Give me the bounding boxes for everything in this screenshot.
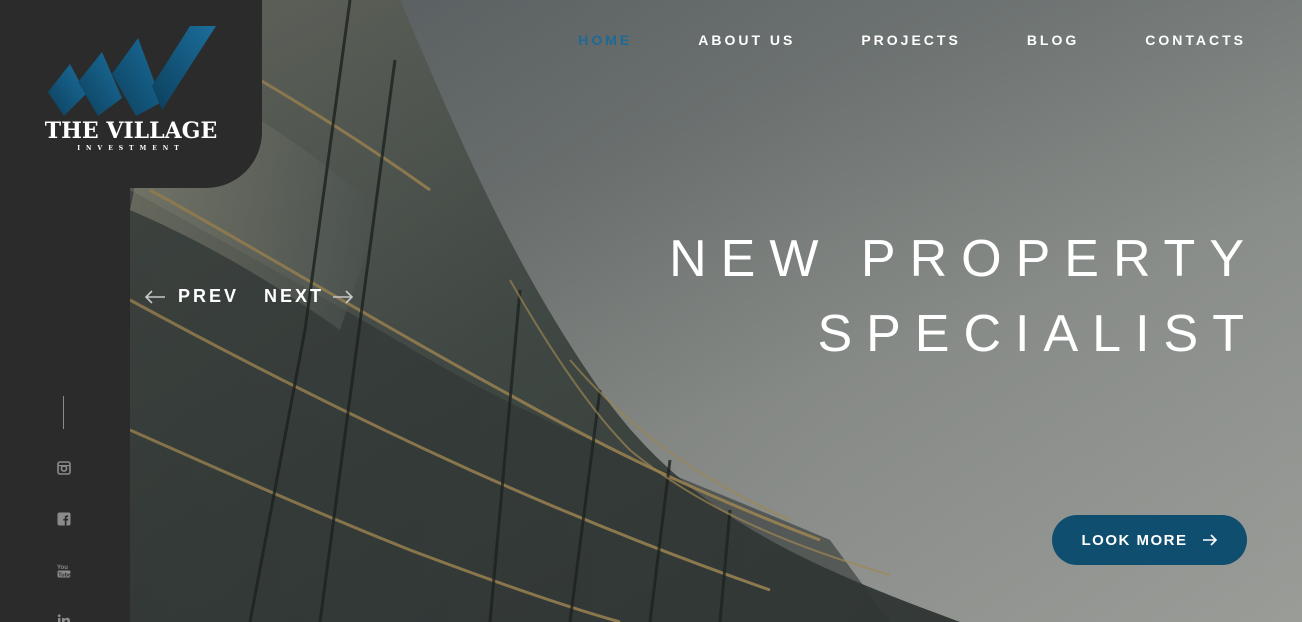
next-button[interactable]: NEXT bbox=[264, 286, 354, 307]
nav-home[interactable]: HOME bbox=[578, 32, 632, 48]
look-more-button[interactable]: LOOK MORE bbox=[1052, 515, 1247, 565]
svg-text:Tube: Tube bbox=[58, 572, 71, 578]
logo-tagline: INVESTMENT bbox=[77, 145, 185, 152]
logo[interactable]: THE VILLAGE INVESTMENT bbox=[0, 0, 262, 188]
nav-contacts[interactable]: CONTACTS bbox=[1145, 32, 1246, 48]
logo-title: THE VILLAGE bbox=[44, 118, 218, 144]
village-logo-mark bbox=[48, 26, 216, 116]
headline-line-2: SPECIALIST bbox=[817, 305, 1258, 363]
arrow-right-icon bbox=[333, 289, 354, 304]
nav-about-us[interactable]: ABOUT US bbox=[698, 32, 795, 48]
youtube-icon[interactable]: You Tube bbox=[57, 563, 71, 578]
headline-line-1: NEW PROPERTY bbox=[669, 230, 1258, 288]
look-more-label: LOOK MORE bbox=[1081, 531, 1188, 549]
sidebar-divider bbox=[63, 396, 64, 429]
svg-text:You: You bbox=[57, 565, 68, 571]
main-nav: HOME ABOUT US PROJECTS BLOG CONTACTS bbox=[512, 32, 1246, 48]
hero-headline: NEW PROPERTY SPECIALIST bbox=[669, 222, 1258, 372]
instagram-icon[interactable] bbox=[57, 461, 71, 475]
prev-label: PREV bbox=[178, 286, 240, 306]
arrow-right-icon bbox=[1202, 534, 1217, 546]
nav-blog[interactable]: BLOG bbox=[1027, 32, 1079, 48]
arrow-left-icon bbox=[144, 289, 165, 304]
linkedin-icon[interactable] bbox=[57, 614, 71, 622]
facebook-icon[interactable] bbox=[57, 512, 71, 526]
nav-projects[interactable]: PROJECTS bbox=[861, 32, 960, 48]
next-label: NEXT bbox=[264, 286, 325, 306]
prev-button[interactable]: PREV bbox=[144, 286, 239, 307]
